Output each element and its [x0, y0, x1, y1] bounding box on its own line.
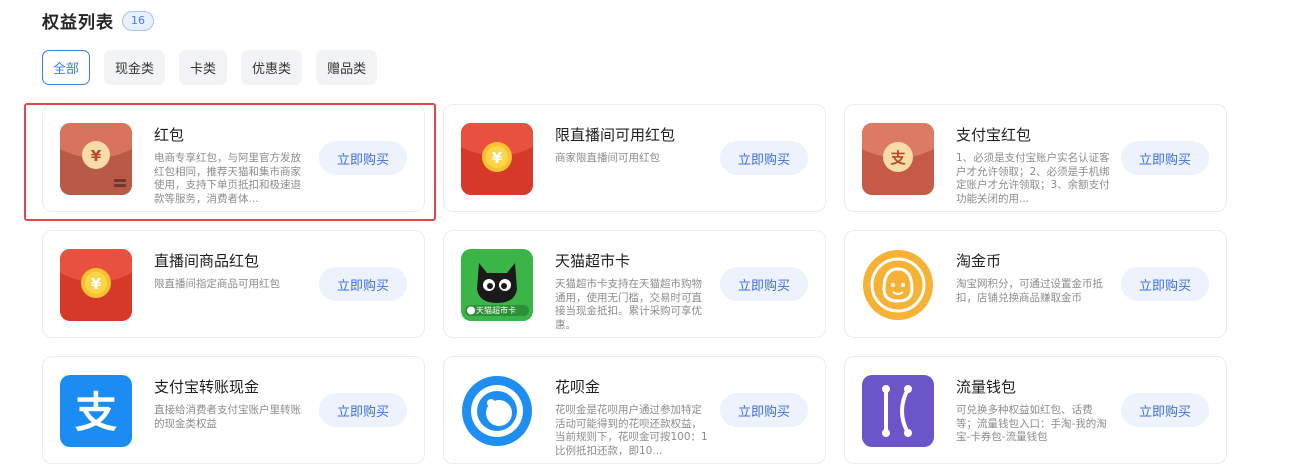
buy-button[interactable]: 立即购买: [1121, 267, 1209, 301]
benefit-desc: 1、必须是支付宝账户实名认证客户才允许领取；2、必须是手机绑定账户才允许领取；3…: [956, 152, 1110, 205]
benefit-name: 淘金币: [956, 252, 1002, 270]
buy-button[interactable]: 立即购买: [720, 393, 808, 427]
benefit-card-taojinbi[interactable]: 淘金币 淘宝网积分，可通过设置金币抵扣，店铺兑换商品赚取金币 立即购买: [844, 230, 1227, 338]
buy-button[interactable]: 立即购买: [720, 141, 808, 175]
taojinbi-coin-icon: [862, 249, 934, 321]
benefit-name: 流量钱包: [956, 378, 1017, 396]
benefit-name: 支付宝转账现金: [154, 378, 260, 396]
huabei-icon: [461, 375, 533, 447]
svg-text:支: 支: [75, 388, 117, 437]
buy-button[interactable]: 立即购买: [319, 393, 407, 427]
count-badge: 16: [122, 10, 154, 31]
benefit-desc: 可兑换多种权益如红包、话费等；流量钱包入口：手淘-我的淘宝-卡券包-流量钱包: [956, 404, 1107, 443]
buy-button[interactable]: 立即购买: [319, 267, 407, 301]
red-envelope-yuan-icon: ¥: [60, 123, 132, 195]
tmall-card-label: 天猫超市卡: [476, 306, 516, 315]
data-wallet-icon: [862, 375, 934, 447]
red-envelope-live-icon: ¥: [461, 123, 533, 195]
red-envelope-product-icon: ¥: [60, 249, 132, 321]
alipay-red-envelope-icon: 支: [862, 123, 934, 195]
filter-gift[interactable]: 赠品类: [316, 50, 378, 85]
benefit-card-tmall-card[interactable]: 天猫超市卡 天猫超市卡 天猫超市卡支持在天猫超市购物通用，使用无门槛，交易时可直…: [443, 230, 826, 338]
benefit-desc: 天猫超市卡支持在天猫超市购物通用，使用无门槛，交易时可直接当现金抵扣。累计采购可…: [555, 278, 702, 331]
filter-discount[interactable]: 优惠类: [241, 50, 303, 85]
filter-tabs: 全部 现金类 卡类 优惠类 赠品类: [42, 50, 391, 85]
benefit-name: 直播间商品红包: [154, 252, 260, 270]
buy-button[interactable]: 立即购买: [1121, 141, 1209, 175]
svg-text:¥: ¥: [492, 149, 503, 167]
benefit-name: 花呗金: [555, 378, 601, 396]
buy-button[interactable]: 立即购买: [720, 267, 808, 301]
alipay-icon: 支: [60, 375, 132, 447]
buy-button[interactable]: 立即购买: [1121, 393, 1209, 427]
benefit-card-hongbao[interactable]: ¥ 红包 电商专享红包，与阿里官方发放红包相同，推荐天猫和集市商家使用，支持下单…: [42, 104, 425, 212]
benefit-name: 红包: [154, 126, 185, 144]
benefit-desc: 电商专享红包，与阿里官方发放红包相同，推荐天猫和集市商家使用，支持下单页抵扣和极…: [154, 152, 301, 205]
filter-cash[interactable]: 现金类: [104, 50, 166, 85]
svg-text:支: 支: [889, 149, 906, 167]
benefit-card-live-product-hongbao[interactable]: ¥ 直播间商品红包 限直播间指定商品可用红包 立即购买: [42, 230, 425, 338]
buy-button[interactable]: 立即购买: [319, 141, 407, 175]
benefit-desc: 直接给消费者支付宝账户里转账的现金类权益: [154, 404, 301, 430]
benefit-desc: 限直播间指定商品可用红包: [154, 278, 280, 290]
benefit-desc: 花呗金是花呗用户通过参加特定活动可能得到的花呗还款权益，当前规则下，花呗金可按1…: [555, 404, 708, 457]
page-header: 权益列表 16: [42, 8, 154, 33]
benefit-card-huabeijin[interactable]: 花呗金 花呗金是花呗用户通过参加特定活动可能得到的花呗还款权益，当前规则下，花呗…: [443, 356, 826, 464]
benefit-name: 天猫超市卡: [555, 252, 631, 270]
benefit-name: 支付宝红包: [956, 126, 1032, 144]
benefit-desc: 淘宝网积分，可通过设置金币抵扣，店铺兑换商品赚取金币: [956, 278, 1103, 304]
benefit-name: 限直播间可用红包: [555, 126, 676, 144]
benefit-desc: 商家限直播间可用红包: [555, 152, 660, 164]
filter-all[interactable]: 全部: [42, 50, 91, 85]
svg-text:¥: ¥: [91, 147, 102, 165]
page-title: 权益列表: [42, 13, 114, 33]
benefit-card-data-wallet[interactable]: 流量钱包 可兑换多种权益如红包、话费等；流量钱包入口：手淘-我的淘宝-卡券包-流…: [844, 356, 1227, 464]
filter-card[interactable]: 卡类: [179, 50, 228, 85]
tmall-supermarket-card-icon: 天猫超市卡: [461, 249, 533, 321]
benefit-card-alipay-hongbao[interactable]: 支 支付宝红包 1、必须是支付宝账户实名认证客户才允许领取；2、必须是手机绑定账…: [844, 104, 1227, 212]
benefit-card-alipay-transfer[interactable]: 支 支付宝转账现金 直接给消费者支付宝账户里转账的现金类权益 立即购买: [42, 356, 425, 464]
svg-text:¥: ¥: [91, 275, 102, 293]
benefit-card-live-hongbao[interactable]: ¥ 限直播间可用红包 商家限直播间可用红包 立即购买: [443, 104, 826, 212]
